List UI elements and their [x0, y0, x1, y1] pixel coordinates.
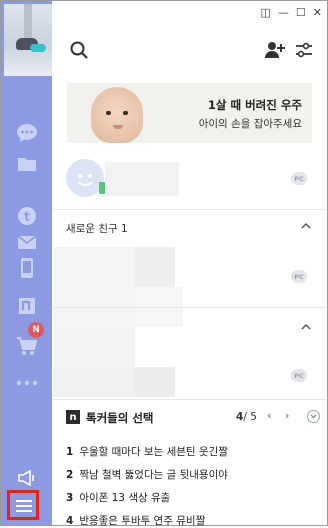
prev-page-button[interactable]: ‹ — [267, 409, 271, 422]
minimize-icon[interactable]: — — [278, 7, 289, 19]
baby-photo — [91, 87, 143, 143]
n-logo-icon: n — [66, 410, 80, 424]
pc-tag: PC — [291, 270, 307, 283]
banner-subtitle: 아이의 손을 잡아주세요 — [198, 118, 302, 130]
pc-tag: PC — [291, 172, 307, 185]
more-dots-icon[interactable] — [1, 368, 52, 398]
new-friends-title: 새로운 친구 1 — [66, 223, 128, 235]
speaker-icon[interactable] — [1, 463, 52, 493]
window-controls: ◫ — ☐ ✕ — [261, 7, 323, 19]
pick-item[interactable]: 1 우울할 때마다 보는 세븐틴 웃긴짤 — [66, 444, 228, 459]
my-profile-thumbnail[interactable] — [4, 4, 52, 76]
divider — [53, 307, 326, 308]
friend-row-blurred[interactable] — [53, 327, 135, 367]
friend-avatar-blurred[interactable] — [53, 247, 135, 287]
sidebar: t N — [1, 1, 52, 525]
close-icon[interactable]: ✕ — [313, 7, 322, 19]
folder-icon[interactable] — [1, 134, 52, 171]
collapse-chevron-icon[interactable] — [301, 219, 311, 232]
banner-title: 1살 때 버려진 우주 — [207, 98, 302, 112]
page-total: / 5 — [243, 411, 257, 423]
collapse-chevron-icon[interactable] — [301, 320, 311, 333]
expand-chevron-icon[interactable] — [307, 410, 320, 423]
divider — [53, 209, 326, 210]
friend-name-blurred — [135, 247, 175, 287]
picks-pagination: 4/ 5 — [236, 411, 257, 423]
cart-new-badge: N — [28, 322, 44, 338]
shopping-cart-icon[interactable] — [1, 331, 52, 361]
settings-sliders-icon[interactable] — [295, 42, 313, 62]
friend-row-blurred[interactable] — [53, 367, 135, 397]
mail-icon[interactable] — [1, 213, 52, 249]
restore-window-icon[interactable]: ◫ — [261, 7, 271, 19]
ad-banner[interactable]: 1살 때 버려진 우주 아이의 손을 잡아주세요 — [67, 83, 312, 143]
pick-item[interactable]: 2 짝남 철벽 뚫었다는 글 뒷내용이야 — [66, 467, 228, 482]
n-store-icon[interactable] — [1, 291, 52, 321]
pick-item[interactable]: 3 아이폰 13 색상 유출 — [66, 490, 170, 505]
next-page-button[interactable]: › — [285, 409, 289, 422]
friend-row-blurred — [135, 367, 175, 397]
search-icon[interactable] — [70, 41, 88, 63]
maximize-icon[interactable]: ☐ — [296, 7, 306, 19]
divider — [53, 399, 326, 400]
picks-title: 톡커들의 선택 — [86, 411, 154, 425]
menu-highlight-box — [7, 490, 39, 520]
pc-tag: PC — [291, 369, 307, 382]
mobile-icon[interactable] — [1, 253, 52, 283]
add-friend-icon[interactable] — [265, 41, 285, 63]
profile-name-blurred — [105, 162, 179, 196]
main-panel: ◫ — ☐ ✕ 1살 때 버려진 우주 아이의 손을 잡아주세요 PC 새로운 … — [53, 1, 326, 527]
